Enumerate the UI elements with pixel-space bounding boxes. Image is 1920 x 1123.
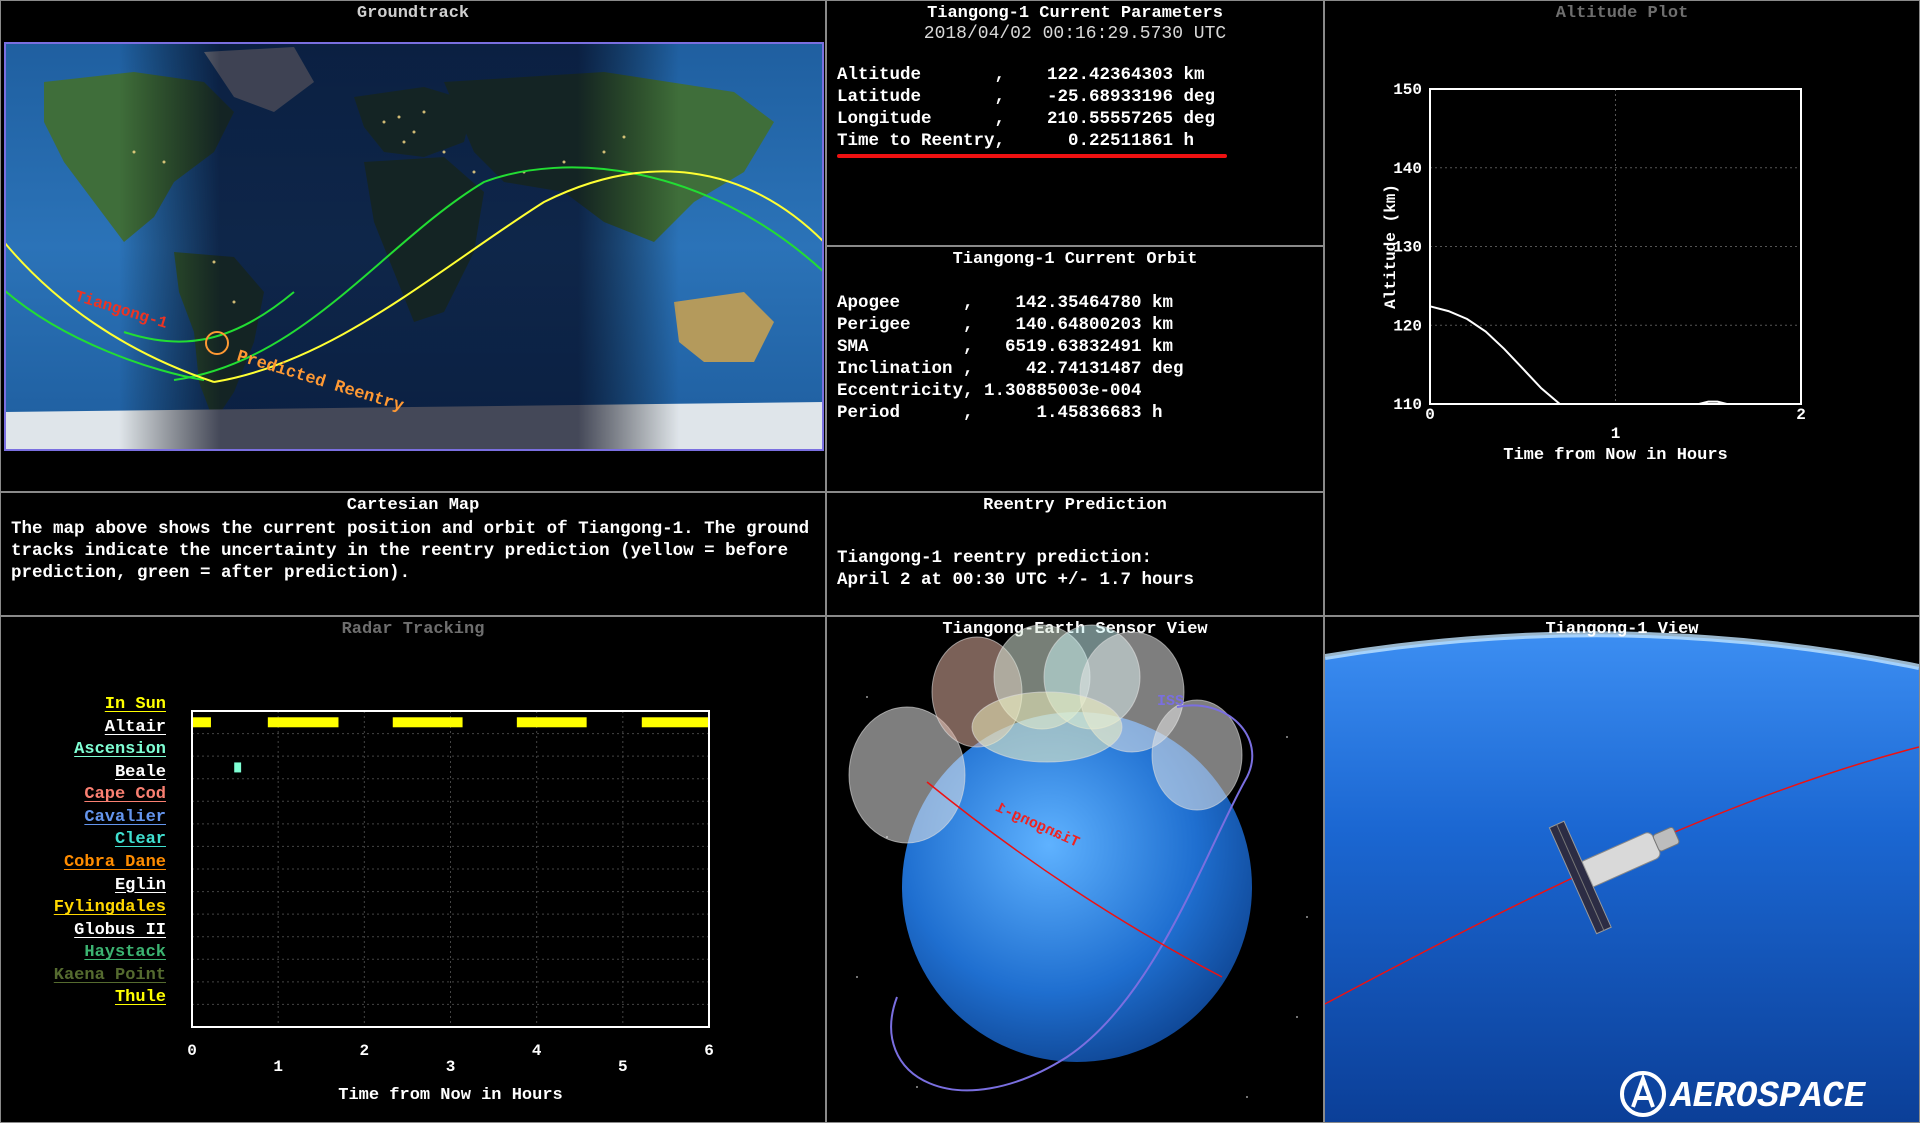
aerospace-logo-text: AEROSPACE <box>1669 1076 1867 1117</box>
orbit-row-eccentricity: Eccentricity, 1.30885003e-004 <box>837 381 1142 401</box>
y-axis-label: Altitude (km) <box>1382 184 1400 309</box>
sensor-view-scene[interactable]: Tiangong-1 ISS <box>827 617 1323 1122</box>
current-orbit-panel: Tiangong-1 Current Orbit Apogee , 142.35… <box>826 246 1324 492</box>
x-axis-label: Time from Now in Hours <box>1503 446 1727 465</box>
radar-tracking-panel: Radar Tracking In Sun Altair Ascension Beal… <box>0 616 826 1123</box>
cartesian-title: Cartesian Map <box>346 496 480 515</box>
earth-limb <box>1325 634 1919 1122</box>
x-tick-label: 2 <box>1796 406 1806 424</box>
orbit-row-period: Period , 1.45836683 h <box>837 403 1163 423</box>
iss-label: ISS <box>1157 693 1184 710</box>
x-tick-label: 0 <box>187 1042 197 1060</box>
visibility-bar <box>392 717 463 728</box>
plot-frame <box>191 710 710 1028</box>
orbit-row-apogee: Apogee , 142.35464780 km <box>837 293 1174 313</box>
y-tick-label: 150 <box>1393 81 1422 99</box>
orbit-title: Tiangong-1 Current Orbit <box>952 250 1198 269</box>
parameters-title: Tiangong-1 Current Parameters <box>927 4 1223 23</box>
altitude-plot-panel: Altitude Plot 110 120 130 140 150 0 1 2 Time fro… <box>1324 0 1920 616</box>
x-tick-label: 4 <box>532 1042 542 1060</box>
reentry-line-2: April 2 at 00:30 UTC +/- 1.7 hours <box>837 570 1195 590</box>
y-tick-label: 140 <box>1393 160 1422 178</box>
x-tick-label: 0 <box>1425 406 1435 424</box>
orbit-row-sma: SMA , 6519.63832491 km <box>837 337 1174 357</box>
tiangong-view-panel: AEROSPACE Tiangong-1 View <box>1324 616 1920 1123</box>
tiangong-view-title: Tiangong-1 View <box>1545 620 1699 639</box>
groundtrack-panel: Groundtrack Tiangong-1 Predicted Reentry <box>0 0 826 492</box>
visibility-bar <box>267 717 339 728</box>
x-tick-label: 3 <box>446 1058 456 1076</box>
visibility-bar <box>641 717 709 728</box>
x-axis-label: Time from Now in Hours <box>338 1086 562 1105</box>
altitude-chart[interactable]: 110120130140150012Time from Now in Hours… <box>1325 1 1919 615</box>
reentry-title: Reentry Prediction <box>983 496 1167 515</box>
groundtrack-map[interactable]: Tiangong-1 Predicted Reentry <box>4 42 824 451</box>
reentry-line-1: Tiangong-1 reentry prediction: <box>837 548 1153 568</box>
visibility-bar <box>234 762 242 773</box>
groundtrack-title: Groundtrack <box>356 4 470 23</box>
current-parameters-panel: Tiangong-1 Current Parameters 2018/04/02… <box>826 0 1324 246</box>
visibility-bar <box>516 717 587 728</box>
radar-chart[interactable]: 0 1 2 3 4 5 6 Time from Now in Hours <box>1 617 825 1122</box>
x-tick-label: 1 <box>273 1058 283 1076</box>
altitude-series-line <box>1429 305 1561 405</box>
y-tick-label: 110 <box>1393 396 1422 414</box>
x-tick-label: 1 <box>1611 425 1621 443</box>
tiangong-view-scene[interactable]: AEROSPACE <box>1325 617 1919 1122</box>
x-tick-label: 5 <box>618 1058 628 1076</box>
reentry-underline <box>837 154 1227 158</box>
param-row-latitude: Latitude , -25.68933196 deg <box>837 87 1216 107</box>
parameters-timestamp: 2018/04/02 00:16:29.5730 UTC <box>923 24 1227 44</box>
cartesian-map-panel: Cartesian Map The map above shows the cu… <box>0 492 826 616</box>
sensor-view-panel: Tiangong-Earth Sensor View Tiangong-1 IS… <box>826 616 1324 1123</box>
param-row-time-to-reentry: Time to Reentry, 0.22511861 h <box>837 131 1195 151</box>
reentry-prediction-panel: Reentry Prediction Tiangong-1 reentry pr… <box>826 492 1324 616</box>
param-row-longitude: Longitude , 210.55557265 deg <box>837 109 1216 129</box>
x-tick-label: 2 <box>360 1042 370 1060</box>
cartesian-description: The map above shows the current position… <box>11 519 810 583</box>
param-row-altitude: Altitude , 122.42364303 km <box>837 65 1205 85</box>
x-tick-label: 6 <box>704 1042 714 1060</box>
y-tick-label: 120 <box>1393 317 1422 335</box>
orbit-row-inclination: Inclination , 42.74131487 deg <box>837 359 1184 379</box>
orbit-row-perigee: Perigee , 140.64800203 km <box>837 315 1174 335</box>
visibility-bar <box>192 717 211 728</box>
